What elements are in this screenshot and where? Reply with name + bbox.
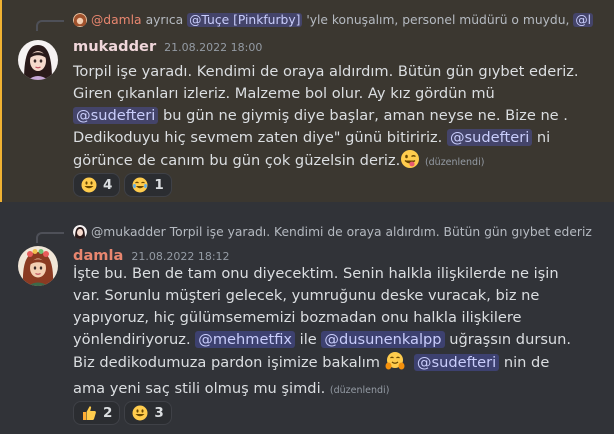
winking-tongue-emoji[interactable] [400, 149, 420, 176]
reply-author[interactable]: @mukadder [91, 225, 166, 239]
message-content: Torpil işe yaradı. Kendimi de oraya aldı… [73, 61, 583, 176]
user-mention[interactable]: @sudefteri [413, 354, 500, 371]
reactions: 4 1 [73, 173, 172, 197]
reply-preview[interactable]: @damla ayrıca @Tuçe [Pinkfurby] 'yle kon… [73, 12, 594, 28]
reaction-count: 3 [154, 405, 164, 421]
user-mention[interactable]: @sudefteri [446, 129, 533, 146]
mention-highlight-bar [0, 0, 2, 202]
avatar-image [18, 246, 58, 286]
user-mention[interactable]: @mehmetfix [195, 331, 296, 348]
reply-mention[interactable]: @Tuçe [Pinkfurby] [187, 13, 303, 27]
reply-preview[interactable]: @mukadder Torpil işe yaradı. Kendimi de … [73, 224, 592, 240]
timestamp[interactable]: 21.08.2022 18:12 [131, 250, 229, 263]
timestamp[interactable]: 21.08.2022 18:00 [164, 41, 262, 54]
reply-connector [36, 20, 64, 31]
username[interactable]: damla [73, 247, 123, 264]
message-content: İşte bu. Ben de tam onu diyecektim. Seni… [73, 263, 583, 402]
reaction-grinning[interactable]: 4 [73, 173, 121, 197]
avatar[interactable] [18, 40, 58, 80]
grinning-face-emoji [132, 405, 148, 421]
message-mukadder: @damla ayrıca @Tuçe [Pinkfurby] 'yle kon… [0, 0, 614, 202]
user-mention[interactable]: @dusunenkalpp [321, 331, 445, 348]
avatar[interactable] [18, 246, 58, 286]
reply-text: Torpil işe yaradı. Kendimi de oraya aldı… [169, 225, 592, 239]
reply-avatar [73, 225, 87, 239]
reaction-thumbs-up[interactable]: 2 [73, 401, 121, 425]
reaction-count: 4 [103, 177, 113, 193]
reply-connector [36, 232, 64, 243]
edited-label: (düzenlendi) [329, 385, 390, 396]
avatar-image [18, 40, 58, 80]
hugging-face-emoji[interactable] [385, 351, 405, 378]
reaction-count: 2 [103, 405, 113, 421]
reply-text: ayrıca [145, 13, 184, 27]
reaction-tears-of-joy[interactable]: 1 [124, 173, 172, 197]
reply-mention-2[interactable]: @l [573, 13, 594, 27]
user-mention[interactable]: @sudefteri [73, 107, 159, 124]
reaction-grinning[interactable]: 3 [124, 401, 172, 425]
reaction-count: 1 [154, 177, 164, 193]
message-text: ile [295, 331, 322, 348]
message-text [405, 354, 414, 371]
reactions: 2 3 [73, 401, 172, 425]
thumbs-up-emoji [83, 406, 96, 420]
message-header: mukadder 21.08.2022 18:00 [73, 38, 262, 58]
username[interactable]: mukadder [73, 38, 156, 55]
message-text: Torpil işe yaradı. Kendimi de oraya aldı… [73, 63, 579, 102]
tears-of-joy-emoji [132, 177, 148, 193]
reply-author[interactable]: @damla [91, 13, 142, 27]
reply-text-rest: 'yle konuşalım, personel müdürü o muydu, [306, 13, 570, 27]
edited-label: (düzenlendi) [424, 157, 485, 168]
reply-avatar [73, 13, 87, 27]
grinning-face-emoji [81, 177, 97, 193]
message-damla: @mukadder Torpil işe yaradı. Kendimi de … [0, 202, 614, 434]
